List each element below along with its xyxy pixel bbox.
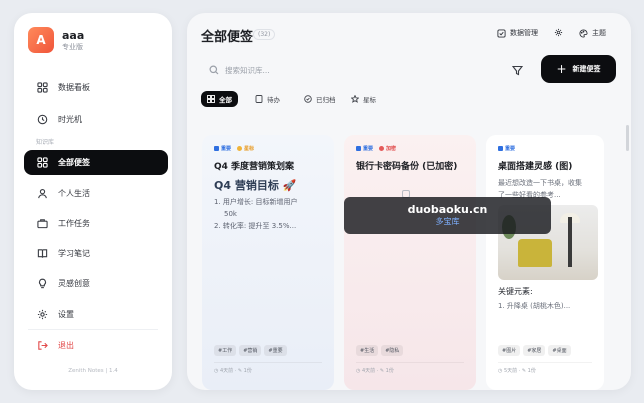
important-badge: 重要 [214,145,231,152]
note-tags: #生活 #隐私 [356,345,404,356]
tag[interactable]: #隐私 [381,345,404,356]
tag[interactable]: #图片 [498,345,521,356]
starred-badge: 星标 [237,145,254,152]
sidebar-divider [28,329,158,330]
sidebar: A aaa 专业版 数据看板 时光机 知识库 全部便签 个人生活 工作任务 学习… [14,13,172,390]
filter-chip-label: 待办 [267,96,280,104]
gear-icon [36,309,48,321]
note-title: 桌面搭建灵感 (图) [498,162,573,172]
filter-icon[interactable] [512,65,523,76]
notes-count-badge: (32) [253,29,276,40]
watermark: duobaoku.cn 多宝库 [344,197,551,234]
logout-label: 退出 [58,341,74,350]
note-subheading: 关键元素: [498,287,533,296]
filter-chip-label: 全部 [219,96,232,104]
watermark-name: 多宝库 [435,217,460,226]
search-placeholder: 搜索知识库... [225,65,270,75]
filter-chip-archived[interactable]: 已归档 [298,91,342,107]
logout-icon [36,340,48,352]
lightbulb-icon [36,278,48,290]
data-manage-label: 数据管理 [510,29,538,37]
edit-icon [497,28,506,38]
note-tags: #图片 #家居 #桌面 [498,345,571,356]
sidebar-item-label: 全部便签 [58,158,90,167]
search-input[interactable]: 搜索知识库... [201,59,529,81]
user-profile[interactable]: A aaa 专业版 [28,27,84,53]
sidebar-item-label: 个人生活 [58,189,90,198]
note-meta: ◷ 4天前 · ✎ 1份 [356,368,394,374]
profile-name: aaa [62,28,85,42]
note-tags: #工作 #营销 #重要 [214,345,287,356]
new-note-label: 新建便签 [572,65,601,73]
document-icon [255,95,263,103]
check-circle-icon [304,95,312,103]
app-version: Zenith Notes | 1.4 [68,368,118,374]
scrollbar[interactable] [626,125,629,151]
filter-chip-all[interactable]: 全部 [201,91,238,107]
page-title: 全部便签 [201,30,254,45]
plus-icon: + [556,62,567,76]
note-body-item: 1. 升降桌 (胡桃木色)... [498,302,571,310]
watermark-domain: duobaoku.cn [407,203,488,216]
history-icon [36,114,48,126]
star-icon [351,95,359,103]
dashboard-icon [36,82,48,94]
note-card[interactable]: 重要 桌面搭建灵感 (图) 最近想改造一下书桌，收集 了一些好看的参考... 关… [486,135,604,390]
theme-button[interactable]: 主题 [579,28,606,38]
palette-icon [579,28,588,38]
sidebar-item-history[interactable]: 时光机 [24,107,168,132]
note-body: 1. 用户增长: 目标新增用户 50k 2. 转化率: 提升至 3.5%... [214,198,298,230]
note-title: 银行卡密码备份 (已加密) [356,162,458,172]
note-card[interactable]: 重要 星标 Q4 季度营销策划案 Q4 营销目标 🚀 1. 用户增长: 目标新增… [202,135,334,390]
search-icon [209,65,219,75]
tag[interactable]: #桌面 [548,345,571,356]
filter-chip-label: 已归档 [316,96,336,104]
filter-chip-label: 星标 [363,96,376,104]
tag[interactable]: #重要 [264,345,287,356]
sidebar-item-label: 数据看板 [58,83,90,92]
note-meta: ◷ 4天前 · ✎ 1份 [214,368,252,374]
sidebar-item-label: 学习笔记 [58,249,90,258]
briefcase-icon [36,218,48,230]
settings-button[interactable] [554,28,567,37]
user-icon [36,188,48,200]
sidebar-item-dashboard[interactable]: 数据看板 [24,75,168,100]
grid-icon [207,95,215,103]
sidebar-item-label: 时光机 [58,115,82,124]
avatar: A [28,27,54,53]
note-title: Q4 季度营销策划案 [214,162,295,172]
important-badge: 重要 [356,145,373,152]
new-note-button[interactable]: + 新建便签 [541,55,616,83]
theme-label: 主题 [592,29,606,37]
filter-chip-starred[interactable]: 星标 [345,91,382,107]
note-card[interactable]: 重要 加密 银行卡密码备份 (已加密) #生活 #隐私 ◷ 4天前 · ✎ 1份 [344,135,476,390]
gear-icon [554,28,563,37]
section-label-knowledge: 知识库 [36,139,55,146]
tag[interactable]: #工作 [214,345,237,356]
filter-chip-todo[interactable]: 待办 [249,91,286,107]
tag[interactable]: #家居 [523,345,546,356]
grid-icon [36,157,48,169]
logout-button[interactable]: 退出 [24,333,168,358]
sidebar-item-work[interactable]: 工作任务 [24,211,168,236]
profile-role: 专业版 [62,42,83,51]
encrypted-badge: 加密 [379,145,396,152]
sidebar-item-personal[interactable]: 个人生活 [24,181,168,206]
sidebar-item-study[interactable]: 学习笔记 [24,241,168,266]
sidebar-item-ideas[interactable]: 灵感创意 [24,271,168,296]
note-heading: Q4 营销目标 🚀 [214,179,297,192]
sidebar-item-label: 灵感创意 [58,279,90,288]
data-manage-button[interactable]: 数据管理 [497,28,538,38]
book-icon [36,248,48,260]
sidebar-item-label: 设置 [58,310,74,319]
sidebar-item-all-notes[interactable]: 全部便签 [24,150,168,175]
note-meta: ◷ 5天前 · ✎ 1份 [498,368,536,374]
sidebar-item-settings[interactable]: 设置 [24,302,168,327]
tag[interactable]: #生活 [356,345,379,356]
important-badge: 重要 [498,145,515,152]
tag[interactable]: #营销 [239,345,262,356]
sidebar-item-label: 工作任务 [58,219,90,228]
